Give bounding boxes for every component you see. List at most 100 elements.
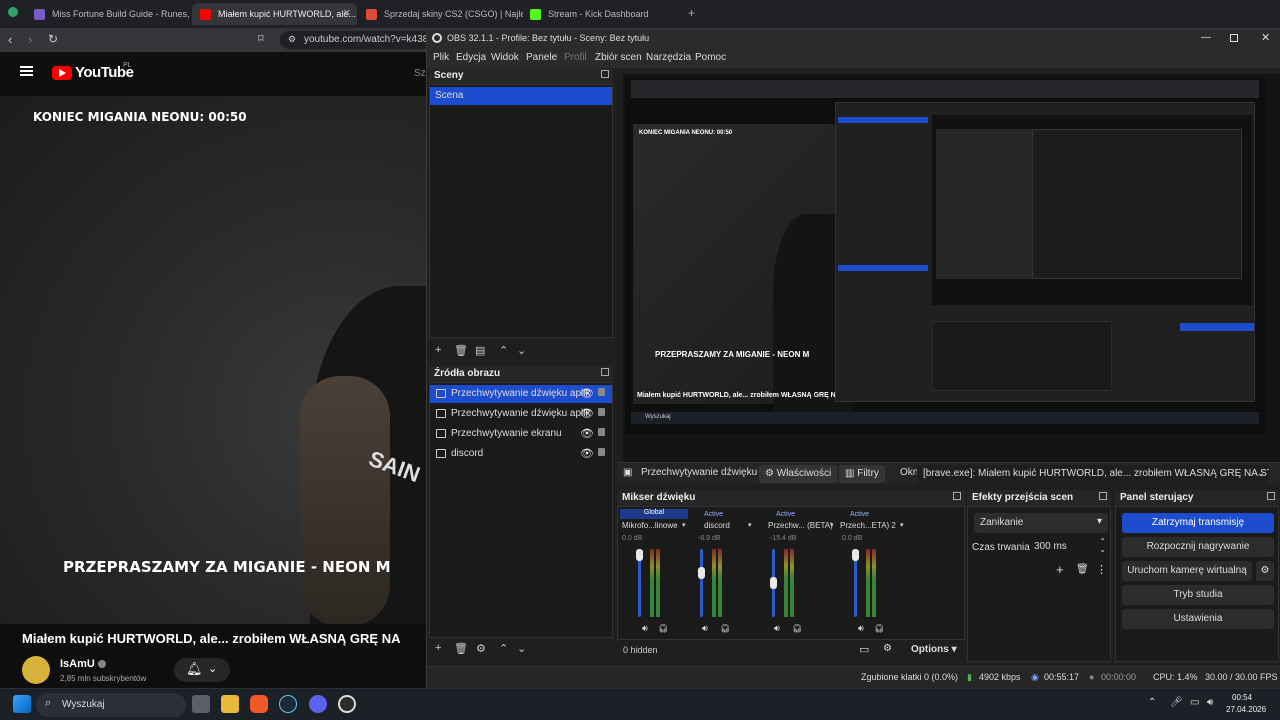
menu-profile[interactable]: Profil bbox=[564, 52, 587, 63]
headphone-icon[interactable]: 🎧︎ bbox=[792, 624, 802, 633]
channel-menu-icon[interactable]: ▾ bbox=[830, 521, 834, 529]
options-button[interactable]: Options ▾ bbox=[907, 642, 961, 659]
close-icon[interactable]: ✕ bbox=[1261, 31, 1270, 44]
add-source-icon[interactable]: + bbox=[435, 642, 441, 654]
start-recording-button[interactable]: Rozpocznij nagrywanie bbox=[1122, 537, 1274, 557]
forward-icon[interactable]: › bbox=[28, 32, 32, 47]
minimize-icon[interactable]: — bbox=[1201, 32, 1211, 43]
clock-date[interactable]: 27.04.2026 bbox=[1226, 705, 1266, 714]
visibility-eye-icon[interactable]: 👁︎ bbox=[580, 447, 594, 460]
browser-menu-icon[interactable] bbox=[8, 7, 18, 17]
speaker-icon[interactable]: 🔊︎ bbox=[858, 623, 864, 634]
undock-icon[interactable] bbox=[953, 492, 961, 500]
visibility-eye-icon[interactable]: 👁︎ bbox=[580, 387, 594, 400]
menu-edit[interactable]: Edycja bbox=[456, 52, 486, 63]
network-icon[interactable]: ▭ bbox=[1190, 697, 1199, 708]
subscribe-bell-button[interactable]: 🔔︎ ⌄ bbox=[174, 658, 230, 682]
file-explorer-icon[interactable] bbox=[221, 695, 239, 713]
virtual-camera-button[interactable]: Uruchom kamerę wirtualną bbox=[1122, 561, 1252, 581]
tab-miss-fortune[interactable]: Miss Fortune Build Guide - Runes, It bbox=[26, 3, 191, 25]
headphone-icon[interactable]: 🎧︎ bbox=[720, 624, 730, 633]
studio-mode-button[interactable]: Tryb studia bbox=[1122, 585, 1274, 605]
search-partial[interactable]: Sz bbox=[414, 68, 426, 79]
move-up-icon[interactable]: ⌃ bbox=[499, 344, 508, 357]
stop-stream-button[interactable]: Zatrzymaj transmisję bbox=[1122, 513, 1274, 533]
fader-handle[interactable] bbox=[770, 577, 777, 589]
tab-close-icon[interactable]: ✕ bbox=[343, 8, 351, 19]
discord-icon[interactable] bbox=[309, 695, 327, 713]
settings-button[interactable]: Ustawienia bbox=[1122, 609, 1274, 629]
window-select[interactable]: [brave.exe]: Miałem kupić HURTWORLD, ale… bbox=[917, 465, 1269, 483]
visibility-eye-icon[interactable]: 👁︎ bbox=[580, 427, 594, 440]
headphone-icon[interactable]: 🎧︎ bbox=[658, 624, 668, 633]
more-icon[interactable]: ⋮ bbox=[1096, 563, 1107, 576]
channel-menu-icon[interactable]: ▾ bbox=[900, 521, 904, 529]
undock-icon[interactable] bbox=[1267, 492, 1275, 500]
tab-skins[interactable]: Sprzedaj skiny CS2 (CSGO) | Najlep bbox=[358, 3, 523, 25]
channel-name[interactable]: IsAmU bbox=[60, 658, 95, 670]
lock-icon[interactable] bbox=[598, 448, 605, 456]
youtube-video-player[interactable]: SAIN KONIEC MIGANIA NEONU: 00:50 PRZEPRA… bbox=[0, 96, 428, 624]
brave-icon[interactable] bbox=[250, 695, 268, 713]
microphone-icon[interactable]: 🎤︎ bbox=[1170, 697, 1183, 708]
move-down-icon[interactable]: ⌄ bbox=[517, 344, 526, 357]
tray-overflow-icon[interactable]: ⌃ bbox=[1148, 697, 1156, 708]
taskbar-search[interactable]: ⌕ Wyszukaj bbox=[36, 693, 186, 717]
menu-tools[interactable]: Narzędzia bbox=[646, 52, 691, 63]
reload-icon[interactable]: ↻ bbox=[48, 32, 58, 46]
fader-handle[interactable] bbox=[636, 549, 643, 561]
speaker-icon[interactable]: 🔊︎ bbox=[702, 623, 708, 634]
steam-icon[interactable] bbox=[279, 695, 297, 713]
add-scene-icon[interactable]: + bbox=[435, 344, 441, 356]
menu-view[interactable]: Widok bbox=[491, 52, 519, 63]
undock-icon[interactable] bbox=[1099, 492, 1107, 500]
trash-icon[interactable]: 🗑︎ bbox=[454, 344, 468, 357]
source-item[interactable]: Przechwytywanie dźwięku aplik 👁︎ bbox=[430, 405, 612, 423]
spin-down-icon[interactable]: ⌄ bbox=[1099, 545, 1106, 554]
add-transition-icon[interactable]: + bbox=[1056, 562, 1064, 577]
move-up-icon[interactable]: ⌃ bbox=[499, 642, 508, 655]
channel-menu-icon[interactable]: ▾ bbox=[748, 521, 752, 529]
maximize-icon[interactable] bbox=[1230, 34, 1238, 42]
source-item[interactable]: Przechwytywanie ekranu 👁︎ bbox=[430, 425, 612, 443]
headphone-icon[interactable]: 🎧︎ bbox=[874, 624, 884, 633]
bookmark-icon[interactable]: ⌑ bbox=[258, 32, 264, 45]
transition-select[interactable]: Zanikanie ▾ bbox=[974, 513, 1108, 533]
source-item[interactable]: discord 👁︎ bbox=[430, 445, 612, 463]
move-down-icon[interactable]: ⌄ bbox=[517, 642, 526, 655]
obs-icon[interactable] bbox=[338, 695, 356, 713]
layout-icon[interactable]: ▭ bbox=[859, 643, 869, 656]
back-icon[interactable]: ‹ bbox=[8, 32, 12, 47]
tab-youtube[interactable]: Miałem kupić HURTWORLD, ale... ✕ bbox=[192, 3, 357, 25]
lock-icon[interactable] bbox=[598, 388, 605, 396]
lock-icon[interactable] bbox=[598, 408, 605, 416]
undock-icon[interactable] bbox=[601, 368, 609, 376]
scene-item[interactable]: Scena bbox=[430, 87, 612, 105]
visibility-eye-icon[interactable]: 👁︎ bbox=[580, 407, 594, 420]
menu-file[interactable]: Plik bbox=[433, 52, 449, 63]
properties-button[interactable]: ⚙ Właściwości bbox=[759, 465, 838, 483]
volume-fader[interactable] bbox=[700, 549, 703, 617]
menu-help[interactable]: Pomoc bbox=[695, 52, 726, 63]
obs-preview[interactable]: KONIEC MIGANIA NEONU: 00:50 PRZEPRASZAMY… bbox=[623, 74, 1280, 474]
clock-time[interactable]: 00:54 bbox=[1232, 693, 1252, 702]
fader-handle[interactable] bbox=[852, 549, 859, 561]
windows-start-icon[interactable] bbox=[13, 695, 31, 713]
new-tab-icon[interactable]: + bbox=[688, 6, 695, 20]
mixer-settings-icon[interactable]: ⚙ bbox=[883, 643, 892, 654]
channel-avatar[interactable] bbox=[22, 656, 50, 684]
trash-icon[interactable]: 🗑︎ bbox=[454, 642, 468, 655]
fader-handle[interactable] bbox=[698, 567, 705, 579]
menu-docks[interactable]: Panele bbox=[526, 52, 557, 63]
lock-icon[interactable] bbox=[598, 428, 605, 436]
source-item[interactable]: Przechwytywanie dźwięku aplik 👁︎ bbox=[430, 385, 612, 403]
virtual-camera-settings-button[interactable]: ⚙ bbox=[1256, 561, 1274, 581]
menu-scene-collection[interactable]: Zbiór scen bbox=[595, 52, 642, 63]
speaker-icon[interactable]: 🔊︎ bbox=[774, 623, 780, 634]
task-view-icon[interactable] bbox=[192, 695, 210, 713]
tab-kick[interactable]: Stream - Kick Dashboard bbox=[522, 3, 687, 25]
site-info-icon[interactable]: ⚙ bbox=[288, 34, 296, 45]
scene-filters-icon[interactable]: ▤ bbox=[475, 344, 485, 357]
trash-icon[interactable]: 🗑︎ bbox=[1076, 564, 1089, 575]
speaker-icon[interactable]: 🔊︎ bbox=[642, 623, 648, 634]
